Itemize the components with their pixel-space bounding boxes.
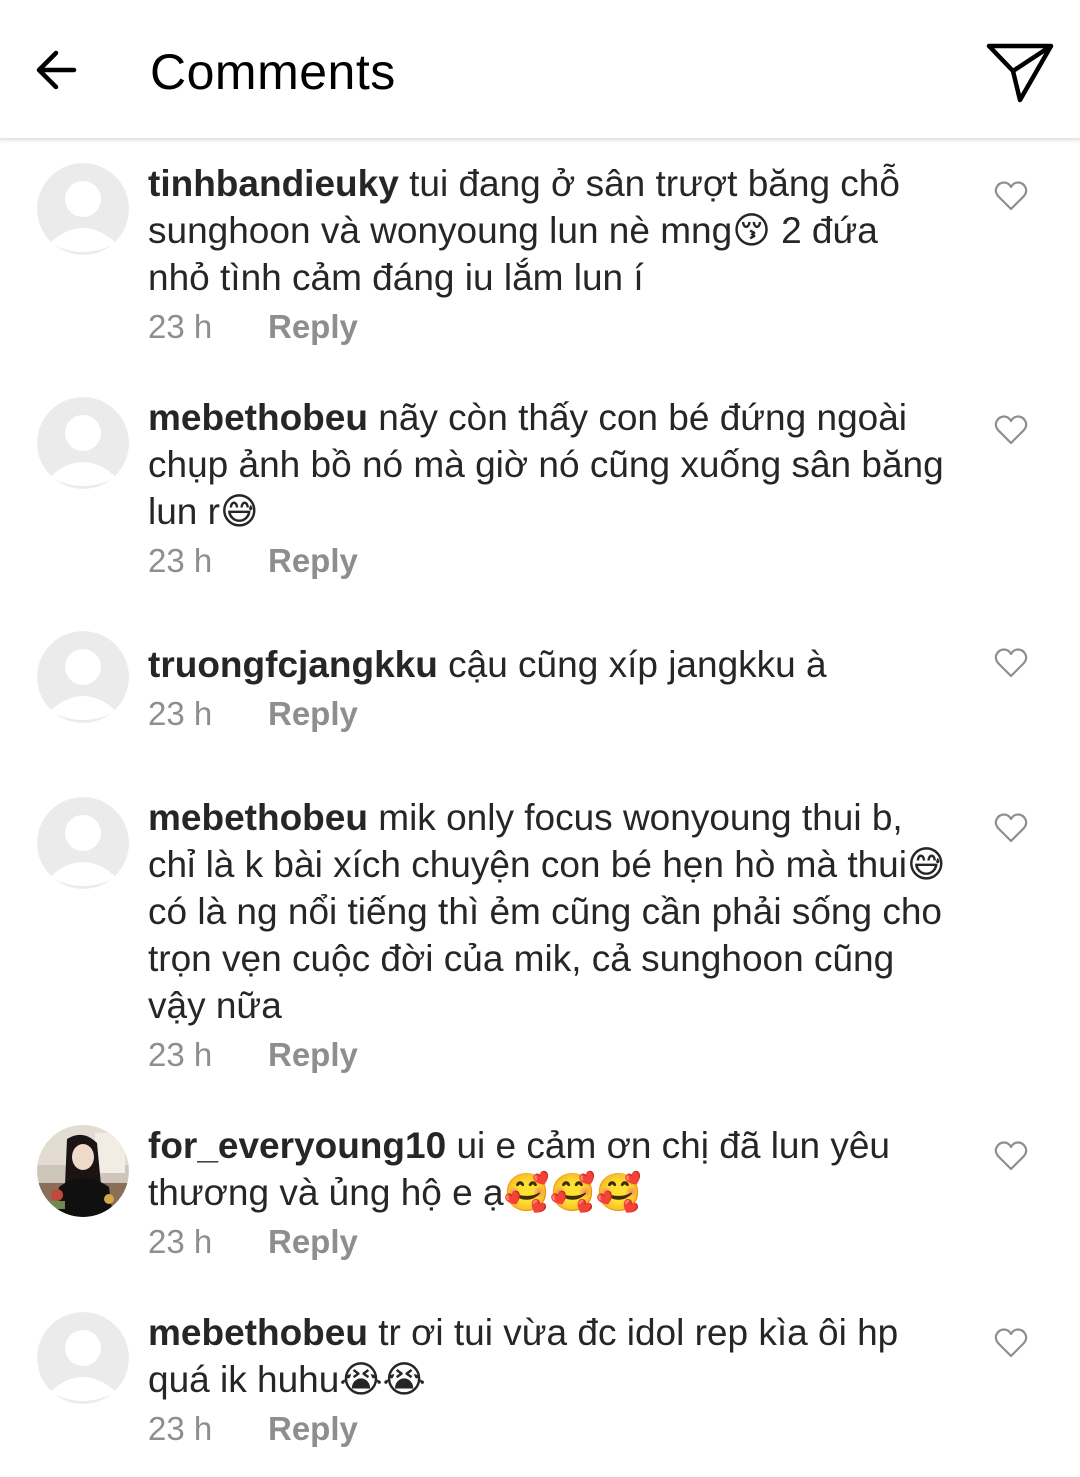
- heart-outline-icon[interactable]: [994, 1140, 1028, 1172]
- default-avatar-icon: [37, 631, 129, 723]
- reply-button[interactable]: Reply: [268, 695, 358, 732]
- comment-username[interactable]: mebethobeu: [148, 397, 368, 438]
- comment-time: 23 h: [148, 542, 213, 579]
- paper-plane-icon: [986, 43, 1054, 103]
- avatar[interactable]: [37, 1312, 129, 1404]
- heart-outline-icon[interactable]: [994, 414, 1028, 446]
- avatar[interactable]: [37, 797, 129, 889]
- comment-text: for_everyoung10 ui e cảm ơn chị đã lun y…: [148, 1122, 948, 1216]
- comment-meta: 23 h Reply: [148, 1035, 948, 1075]
- comment-username[interactable]: tinhbandieuky: [148, 163, 399, 204]
- heart-outline-icon[interactable]: [994, 647, 1028, 679]
- top-app-bar: Comments: [0, 0, 1080, 140]
- default-avatar-icon: [37, 163, 129, 255]
- comment-meta: 23 h Reply: [148, 541, 948, 581]
- avatar[interactable]: [37, 163, 129, 255]
- default-avatar-icon: [37, 1312, 129, 1404]
- comment-body: for_everyoung10 ui e cảm ơn chị đã lun y…: [148, 1122, 948, 1262]
- comment-body: mebethobeu mik only focus wonyoung thui …: [148, 794, 948, 1075]
- page-title: Comments: [150, 44, 396, 100]
- comment-text: mebethobeu tr ơi tui vừa đc idol rep kìa…: [148, 1309, 948, 1403]
- arrow-left-icon: [36, 50, 77, 90]
- comment-meta: 23 h Reply: [148, 307, 948, 347]
- heart-outline-icon[interactable]: [994, 1327, 1028, 1359]
- share-button[interactable]: [984, 38, 1056, 108]
- avatar[interactable]: [37, 1125, 129, 1217]
- comment-time: 23 h: [148, 1410, 213, 1447]
- comment-username[interactable]: truongfcjangkku: [148, 644, 438, 685]
- comment-text: mebethobeu nãy còn thấy con bé đứng ngoà…: [148, 394, 948, 535]
- comment-text: tinhbandieuky tui đang ở sân trượt băng …: [148, 160, 948, 301]
- comment-meta: 23 h Reply: [148, 694, 948, 734]
- comment-username[interactable]: mebethobeu: [148, 1312, 368, 1353]
- comment-username[interactable]: mebethobeu: [148, 797, 368, 838]
- comment-text: truongfcjangkku cậu cũng xíp jangkku à: [148, 641, 948, 688]
- comment-username[interactable]: for_everyoung10: [148, 1125, 446, 1166]
- comment-time: 23 h: [148, 695, 213, 732]
- reply-button[interactable]: Reply: [268, 1223, 358, 1260]
- avatar[interactable]: [37, 631, 129, 723]
- reply-button[interactable]: Reply: [268, 1036, 358, 1073]
- comment-body: mebethobeu nãy còn thấy con bé đứng ngoà…: [148, 394, 948, 581]
- comment-time: 23 h: [148, 1036, 213, 1073]
- reply-button[interactable]: Reply: [268, 308, 358, 345]
- heart-outline-icon[interactable]: [994, 812, 1028, 844]
- reply-button[interactable]: Reply: [268, 542, 358, 579]
- profile-photo: [37, 1125, 129, 1217]
- comment-body: tinhbandieuky tui đang ở sân trượt băng …: [148, 160, 948, 347]
- default-avatar-icon: [37, 397, 129, 489]
- comment-body: mebethobeu tr ơi tui vừa đc idol rep kìa…: [148, 1309, 948, 1449]
- reply-button[interactable]: Reply: [268, 1410, 358, 1447]
- heart-outline-icon[interactable]: [994, 180, 1028, 212]
- comment-meta: 23 h Reply: [148, 1222, 948, 1262]
- back-button[interactable]: [30, 40, 86, 100]
- comment-text: mebethobeu mik only focus wonyoung thui …: [148, 794, 948, 1029]
- comment-body: truongfcjangkku cậu cũng xíp jangkku à 2…: [148, 641, 948, 734]
- comment-content: cậu cũng xíp jangkku à: [437, 644, 827, 685]
- default-avatar-icon: [37, 797, 129, 889]
- avatar[interactable]: [37, 397, 129, 489]
- comment-time: 23 h: [148, 308, 213, 345]
- comment-meta: 23 h Reply: [148, 1409, 948, 1449]
- comment-time: 23 h: [148, 1223, 213, 1260]
